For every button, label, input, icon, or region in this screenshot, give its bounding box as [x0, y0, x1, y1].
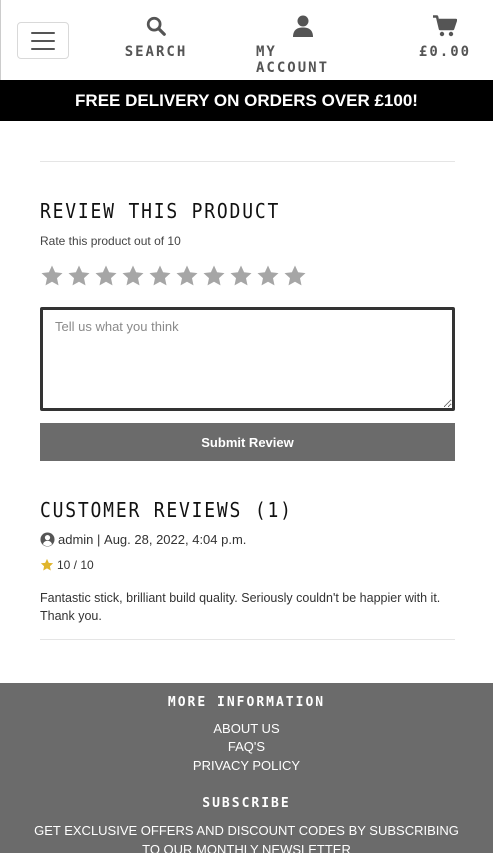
subscribe-text: GET EXCLUSIVE OFFERS AND DISCOUNT CODES … [34, 823, 459, 853]
rating-star-10[interactable] [283, 264, 307, 288]
site-header: SEARCH MY ACCOUNT £0.00 [0, 0, 493, 80]
rating-star-6[interactable] [175, 264, 199, 288]
star-rating-input[interactable] [40, 264, 307, 288]
nav-search-label: SEARCH [124, 44, 188, 60]
delivery-banner: FREE DELIVERY ON ORDERS OVER £100! [0, 80, 493, 121]
submit-review-button[interactable]: Submit Review [40, 423, 455, 461]
star-icon [40, 558, 54, 571]
rating-star-8[interactable] [229, 264, 253, 288]
user-icon [293, 14, 313, 38]
menu-toggle-button[interactable] [17, 22, 69, 59]
nav-search[interactable]: SEARCH [123, 14, 189, 60]
rating-star-5[interactable] [148, 264, 172, 288]
review-rating-value: 10 / 10 [57, 558, 94, 572]
review-textarea[interactable] [40, 307, 455, 411]
nav-my-account[interactable]: MY ACCOUNT [256, 14, 350, 76]
rating-star-7[interactable] [202, 264, 226, 288]
rating-star-1[interactable] [40, 264, 64, 288]
footer-link-about[interactable]: ABOUT US [0, 721, 493, 736]
user-circle-icon [40, 532, 55, 547]
review-rating: 10 / 10 [40, 558, 94, 572]
divider [40, 639, 455, 640]
subscribe-heading: SUBSCRIBE [202, 796, 291, 811]
site-footer: MORE INFORMATION ABOUT US FAQ'S PRIVACY … [0, 683, 493, 853]
review-date: Aug. 28, 2022, 4:04 p.m. [104, 532, 247, 547]
rating-star-2[interactable] [67, 264, 91, 288]
nav-account-label: MY ACCOUNT [256, 44, 330, 76]
hamburger-icon [31, 31, 55, 34]
review-body: Fantastic stick, brilliant build quality… [40, 591, 441, 623]
rating-star-9[interactable] [256, 264, 280, 288]
footer-link-privacy[interactable]: PRIVACY POLICY [0, 758, 493, 773]
nav-cart[interactable]: £0.00 [418, 14, 472, 60]
meta-separator: | [93, 532, 105, 547]
review-meta: admin | Aug. 28, 2022, 4:04 p.m. [40, 532, 246, 547]
review-form-title: REVIEW THIS PRODUCT [40, 199, 281, 223]
cart-total: £0.00 [418, 44, 472, 60]
cart-icon [433, 14, 457, 38]
customer-reviews-title: CUSTOMER REVIEWS (1) [40, 498, 293, 522]
review-author: admin [58, 532, 94, 547]
rating-star-3[interactable] [94, 264, 118, 288]
rate-prompt: Rate this product out of 10 [40, 234, 181, 248]
divider [40, 161, 455, 162]
more-info-heading: MORE INFORMATION [167, 695, 326, 710]
search-icon [145, 14, 167, 38]
footer-link-faqs[interactable]: FAQ'S [0, 739, 493, 754]
rating-star-4[interactable] [121, 264, 145, 288]
